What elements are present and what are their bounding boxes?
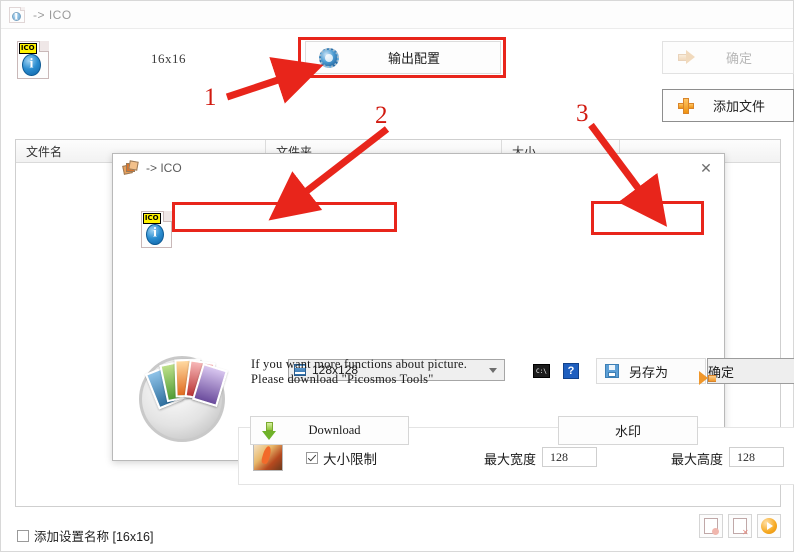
close-icon[interactable]: ✕ [694,158,718,180]
cmd-icon[interactable]: C:\ [533,364,550,378]
promo-text: If you want more functions about picture… [251,357,468,386]
download-button[interactable]: Download [250,416,409,445]
document-add-icon [704,518,719,535]
save-as-button[interactable]: 另存为 [596,358,706,384]
watermark-label: 水印 [614,424,641,439]
size-limit-label: 大小限制 [323,452,377,467]
output-config-label: 输出配置 [387,51,440,66]
app-window: -> ICO ICO 16x16 输出配置 确定 添加文件 文件名 文件夹 大小 [0,0,794,552]
dialog-title: -> ICO [146,161,182,175]
add-file-button[interactable]: 添加文件 [662,89,794,122]
window-titlebar: -> ICO [1,1,793,29]
plus-icon [673,97,699,114]
confirm-button[interactable]: 确定 [662,41,794,74]
ico-settings-dialog: -> ICO ✕ ICO 128x128 C:\ ? 另存为 确定 [112,153,794,485]
annotation-marker-3: 3 [576,100,589,127]
window-title: -> ICO [33,7,72,22]
play-icon [761,518,777,534]
remove-file-mini-button[interactable] [728,514,752,538]
ico-file-icon: ICO [17,41,49,79]
dialog-titlebar: -> ICO [113,154,724,182]
max-height-label: 最大高度 [671,452,724,467]
chevron-down-icon [489,367,497,373]
output-config-button[interactable]: 输出配置 [305,41,501,74]
checkbox-box [306,452,318,464]
dialog-confirm-button[interactable]: 确定 [699,358,794,385]
help-icon[interactable]: ? [563,363,579,379]
output-config-icon [316,47,342,68]
download-arrow-icon [262,421,277,440]
max-width-label: 最大宽度 [484,452,537,467]
checkbox-box [17,529,29,542]
save-as-label: 另存为 [629,364,669,380]
size-limit-checkbox[interactable]: 大小限制 [306,448,377,468]
floppy-disk-icon [605,364,619,378]
add-setting-name-checkbox[interactable]: 添加设置名称 [16x16] [17,526,153,545]
start-mini-button[interactable] [757,514,781,538]
download-label: Download [308,423,361,437]
bottom-button-group [699,514,781,538]
annotation-marker-2: 2 [375,102,388,129]
add-file-mini-button[interactable] [699,514,723,538]
pictures-icon [122,160,139,175]
add-file-button-label: 添加文件 [712,99,765,114]
arrow-right-icon [673,50,699,65]
picosmos-logo-icon [131,344,241,447]
max-width-input[interactable]: 128 [542,447,597,467]
watermark-button[interactable]: 水印 [558,416,698,445]
annotation-marker-1: 1 [204,84,217,111]
dialog-ico-file-icon: ICO [141,211,172,248]
confirm-button-label: 确定 [725,51,752,66]
current-size-label: 16x16 [151,51,186,66]
max-height-input[interactable]: 128 [729,447,784,467]
add-setting-name-label: 添加设置名称 [16x16] [34,530,154,544]
image-thumbnail-icon [253,441,283,471]
document-remove-icon [733,518,749,536]
app-icon [9,6,25,23]
